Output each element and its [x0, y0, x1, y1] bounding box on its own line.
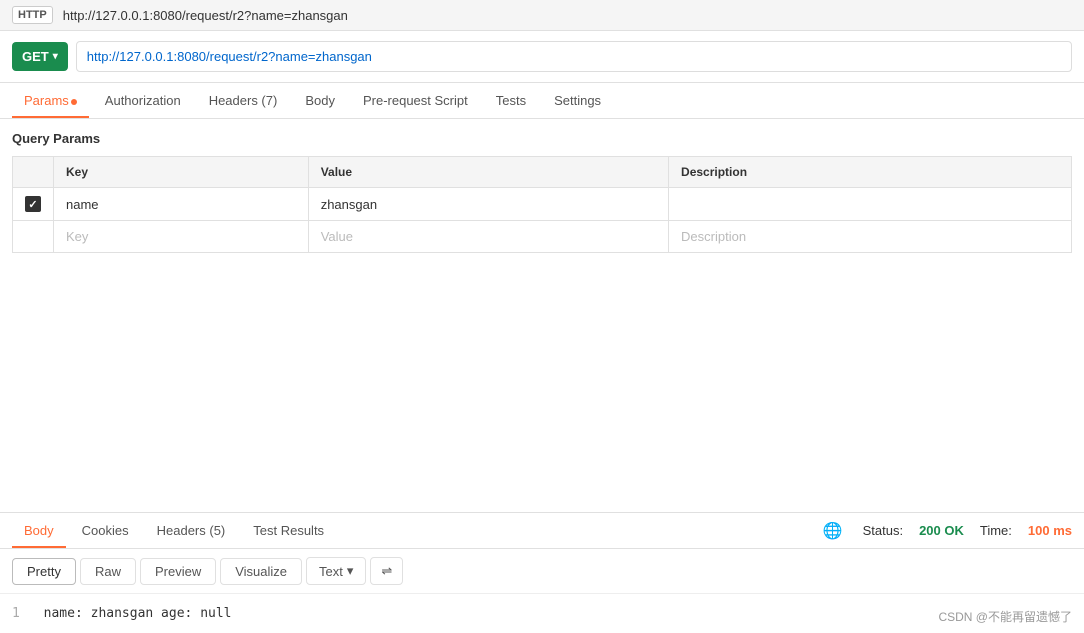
time-label: Time:	[980, 523, 1012, 538]
method-dropdown[interactable]: GET ▾	[12, 42, 68, 71]
url-input[interactable]	[76, 41, 1072, 72]
tab-tests[interactable]: Tests	[484, 83, 538, 118]
tab-params[interactable]: Params	[12, 83, 89, 118]
text-label: Text	[319, 564, 343, 579]
top-bar: HTTP http://127.0.0.1:8080/request/r2?na…	[0, 0, 1084, 31]
wrap-button[interactable]: ⇌	[370, 557, 403, 585]
raw-button[interactable]: Raw	[80, 558, 136, 585]
response-tabs: Body Cookies Headers (5) Test Results 🌐 …	[0, 513, 1084, 549]
tab-cookies[interactable]: Cookies	[70, 513, 141, 548]
status-label: Status:	[863, 523, 903, 538]
chevron-down-icon: ▾	[347, 563, 354, 579]
wrap-icon: ⇌	[381, 563, 392, 579]
watermark: CSDN @不能再留遗憾了	[938, 608, 1072, 625]
row-checkbox-cell[interactable]	[13, 188, 54, 221]
response-toolbar: Pretty Raw Preview Visualize Text ▾ ⇌	[0, 549, 1084, 594]
tab-test-results[interactable]: Test Results	[241, 513, 336, 548]
request-tabs: Params Authorization Headers (7) Body Pr…	[0, 83, 1084, 119]
query-params-section: Query Params Key Value Description	[0, 119, 1084, 265]
empty-key[interactable]: Key	[54, 221, 309, 253]
tab-headers[interactable]: Headers (7)	[197, 83, 290, 118]
visualize-button[interactable]: Visualize	[220, 558, 302, 585]
section-title: Query Params	[12, 131, 1072, 146]
params-table: Key Value Description name zhansgan	[12, 156, 1072, 253]
table-row: name zhansgan	[13, 188, 1072, 221]
response-content: name: zhansgan age: null	[44, 606, 232, 621]
text-dropdown[interactable]: Text ▾	[306, 557, 366, 585]
empty-value[interactable]: Value	[308, 221, 668, 253]
globe-icon: 🌐	[823, 521, 843, 541]
line-number: 1	[12, 606, 20, 621]
tab-response-headers[interactable]: Headers (5)	[145, 513, 238, 548]
chevron-down-icon: ▾	[53, 51, 58, 62]
row-value[interactable]: zhansgan	[308, 188, 668, 221]
preview-button[interactable]: Preview	[140, 558, 216, 585]
http-badge: HTTP	[12, 6, 53, 24]
tab-settings[interactable]: Settings	[542, 83, 613, 118]
empty-description[interactable]: Description	[669, 221, 1072, 253]
tab-response-body[interactable]: Body	[12, 513, 66, 548]
row-key[interactable]: name	[54, 188, 309, 221]
tab-authorization[interactable]: Authorization	[93, 83, 193, 118]
col-value: Value	[308, 157, 668, 188]
table-row-empty: Key Value Description	[13, 221, 1072, 253]
params-dot	[71, 99, 77, 105]
response-section: Body Cookies Headers (5) Test Results 🌐 …	[0, 512, 1084, 633]
time-value: 100 ms	[1028, 523, 1072, 538]
status-info: 🌐 Status: 200 OK Time: 100 ms	[823, 521, 1072, 541]
empty-checkbox-cell	[13, 221, 54, 253]
tab-body[interactable]: Body	[293, 83, 347, 118]
checkbox-checked[interactable]	[25, 196, 41, 212]
pretty-button[interactable]: Pretty	[12, 558, 76, 585]
col-description: Description	[669, 157, 1072, 188]
col-checkbox	[13, 157, 54, 188]
row-description[interactable]	[669, 188, 1072, 221]
method-label: GET	[22, 49, 49, 64]
col-key: Key	[54, 157, 309, 188]
request-bar: GET ▾	[0, 31, 1084, 83]
tab-prerequest[interactable]: Pre-request Script	[351, 83, 480, 118]
top-url: http://127.0.0.1:8080/request/r2?name=zh…	[63, 8, 348, 23]
response-body: 1 name: zhansgan age: null	[0, 594, 1084, 633]
status-value: 200 OK	[919, 523, 964, 538]
